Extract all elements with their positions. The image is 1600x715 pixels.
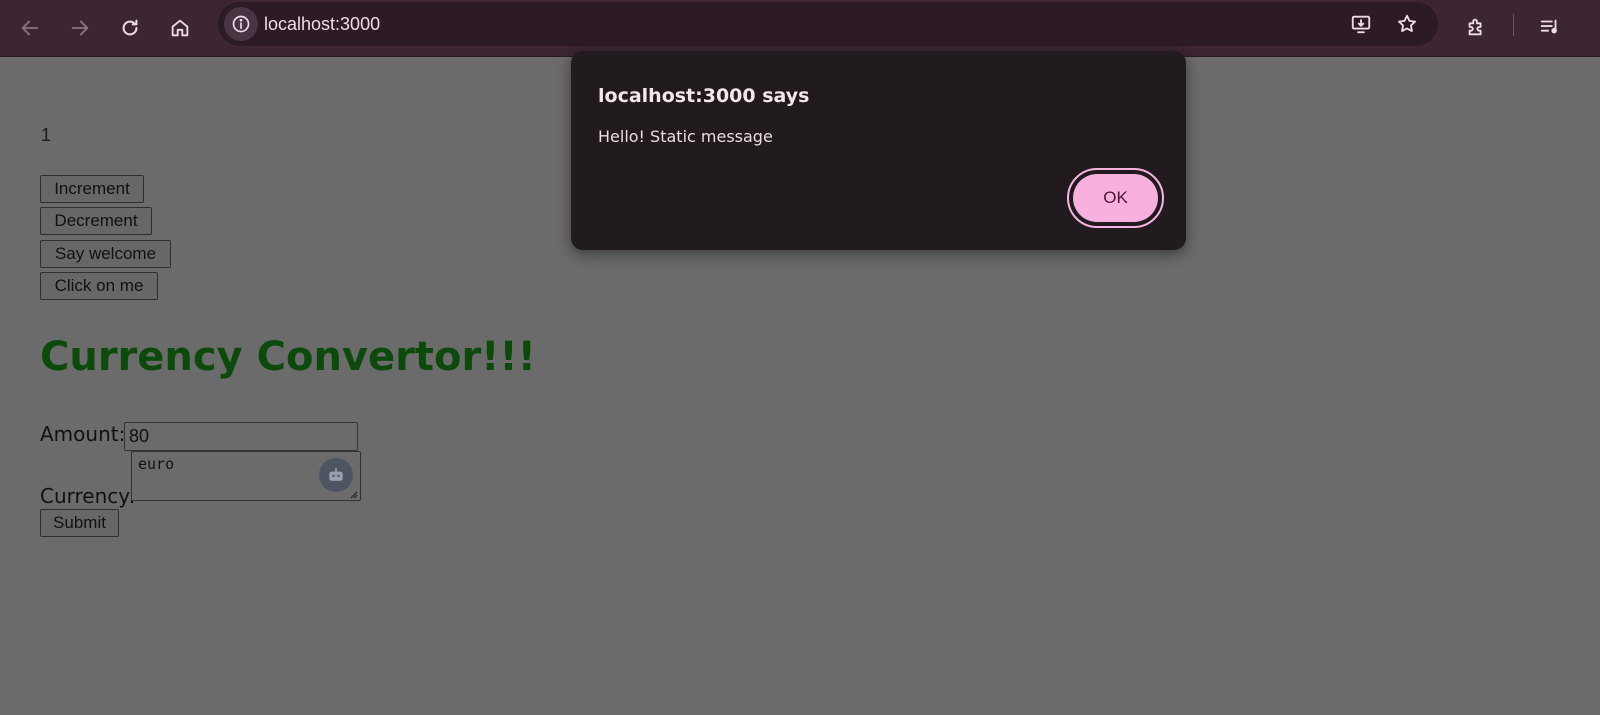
say-welcome-button[interactable]: Say welcome: [40, 240, 171, 268]
amount-label: Amount:: [40, 422, 126, 446]
media-queue-icon: [1540, 19, 1557, 34]
amount-input[interactable]: [124, 422, 358, 451]
home-icon: [171, 19, 189, 37]
reload-button[interactable]: [110, 8, 150, 48]
forward-button[interactable]: [60, 8, 100, 48]
alert-dialog: localhost:3000 says Hello! Static messag…: [571, 51, 1186, 250]
home-button[interactable]: [160, 8, 200, 48]
submit-button[interactable]: Submit: [40, 509, 119, 537]
arrow-left-icon: [21, 20, 39, 36]
ok-focus-ring: OK: [1067, 168, 1164, 228]
puzzle-icon: [1468, 18, 1482, 36]
extensions-button[interactable]: [1458, 9, 1494, 45]
dialog-message: Hello! Static message: [598, 127, 773, 146]
install-app-button[interactable]: [1346, 9, 1376, 39]
url-text[interactable]: localhost:3000: [264, 2, 380, 46]
browser-toolbar: localhost:3000: [0, 0, 1600, 57]
site-info-button[interactable]: [224, 7, 258, 41]
install-app-icon: [1351, 15, 1371, 34]
counter-value: 1: [41, 125, 52, 145]
info-icon: [232, 15, 250, 33]
increment-button[interactable]: Increment: [40, 175, 144, 203]
ok-button[interactable]: OK: [1073, 174, 1158, 222]
back-button[interactable]: [10, 8, 50, 48]
assistant-bot-icon[interactable]: [319, 458, 353, 492]
bookmark-button[interactable]: [1392, 9, 1422, 39]
decrement-button[interactable]: Decrement: [40, 207, 152, 235]
click-on-me-button[interactable]: Click on me: [40, 272, 158, 300]
page-title: Currency Convertor!!!: [40, 334, 536, 380]
arrow-right-icon: [71, 20, 89, 36]
robot-icon: [329, 468, 343, 481]
star-icon: [1398, 14, 1416, 32]
toolbar-divider: [1513, 14, 1514, 36]
address-bar[interactable]: localhost:3000: [218, 2, 1438, 46]
resize-handle-icon[interactable]: [348, 489, 358, 499]
currency-label: Currency:: [40, 484, 136, 508]
dialog-title: localhost:3000 says: [598, 85, 810, 107]
media-controls-button[interactable]: [1532, 9, 1568, 45]
reload-icon: [122, 19, 138, 36]
